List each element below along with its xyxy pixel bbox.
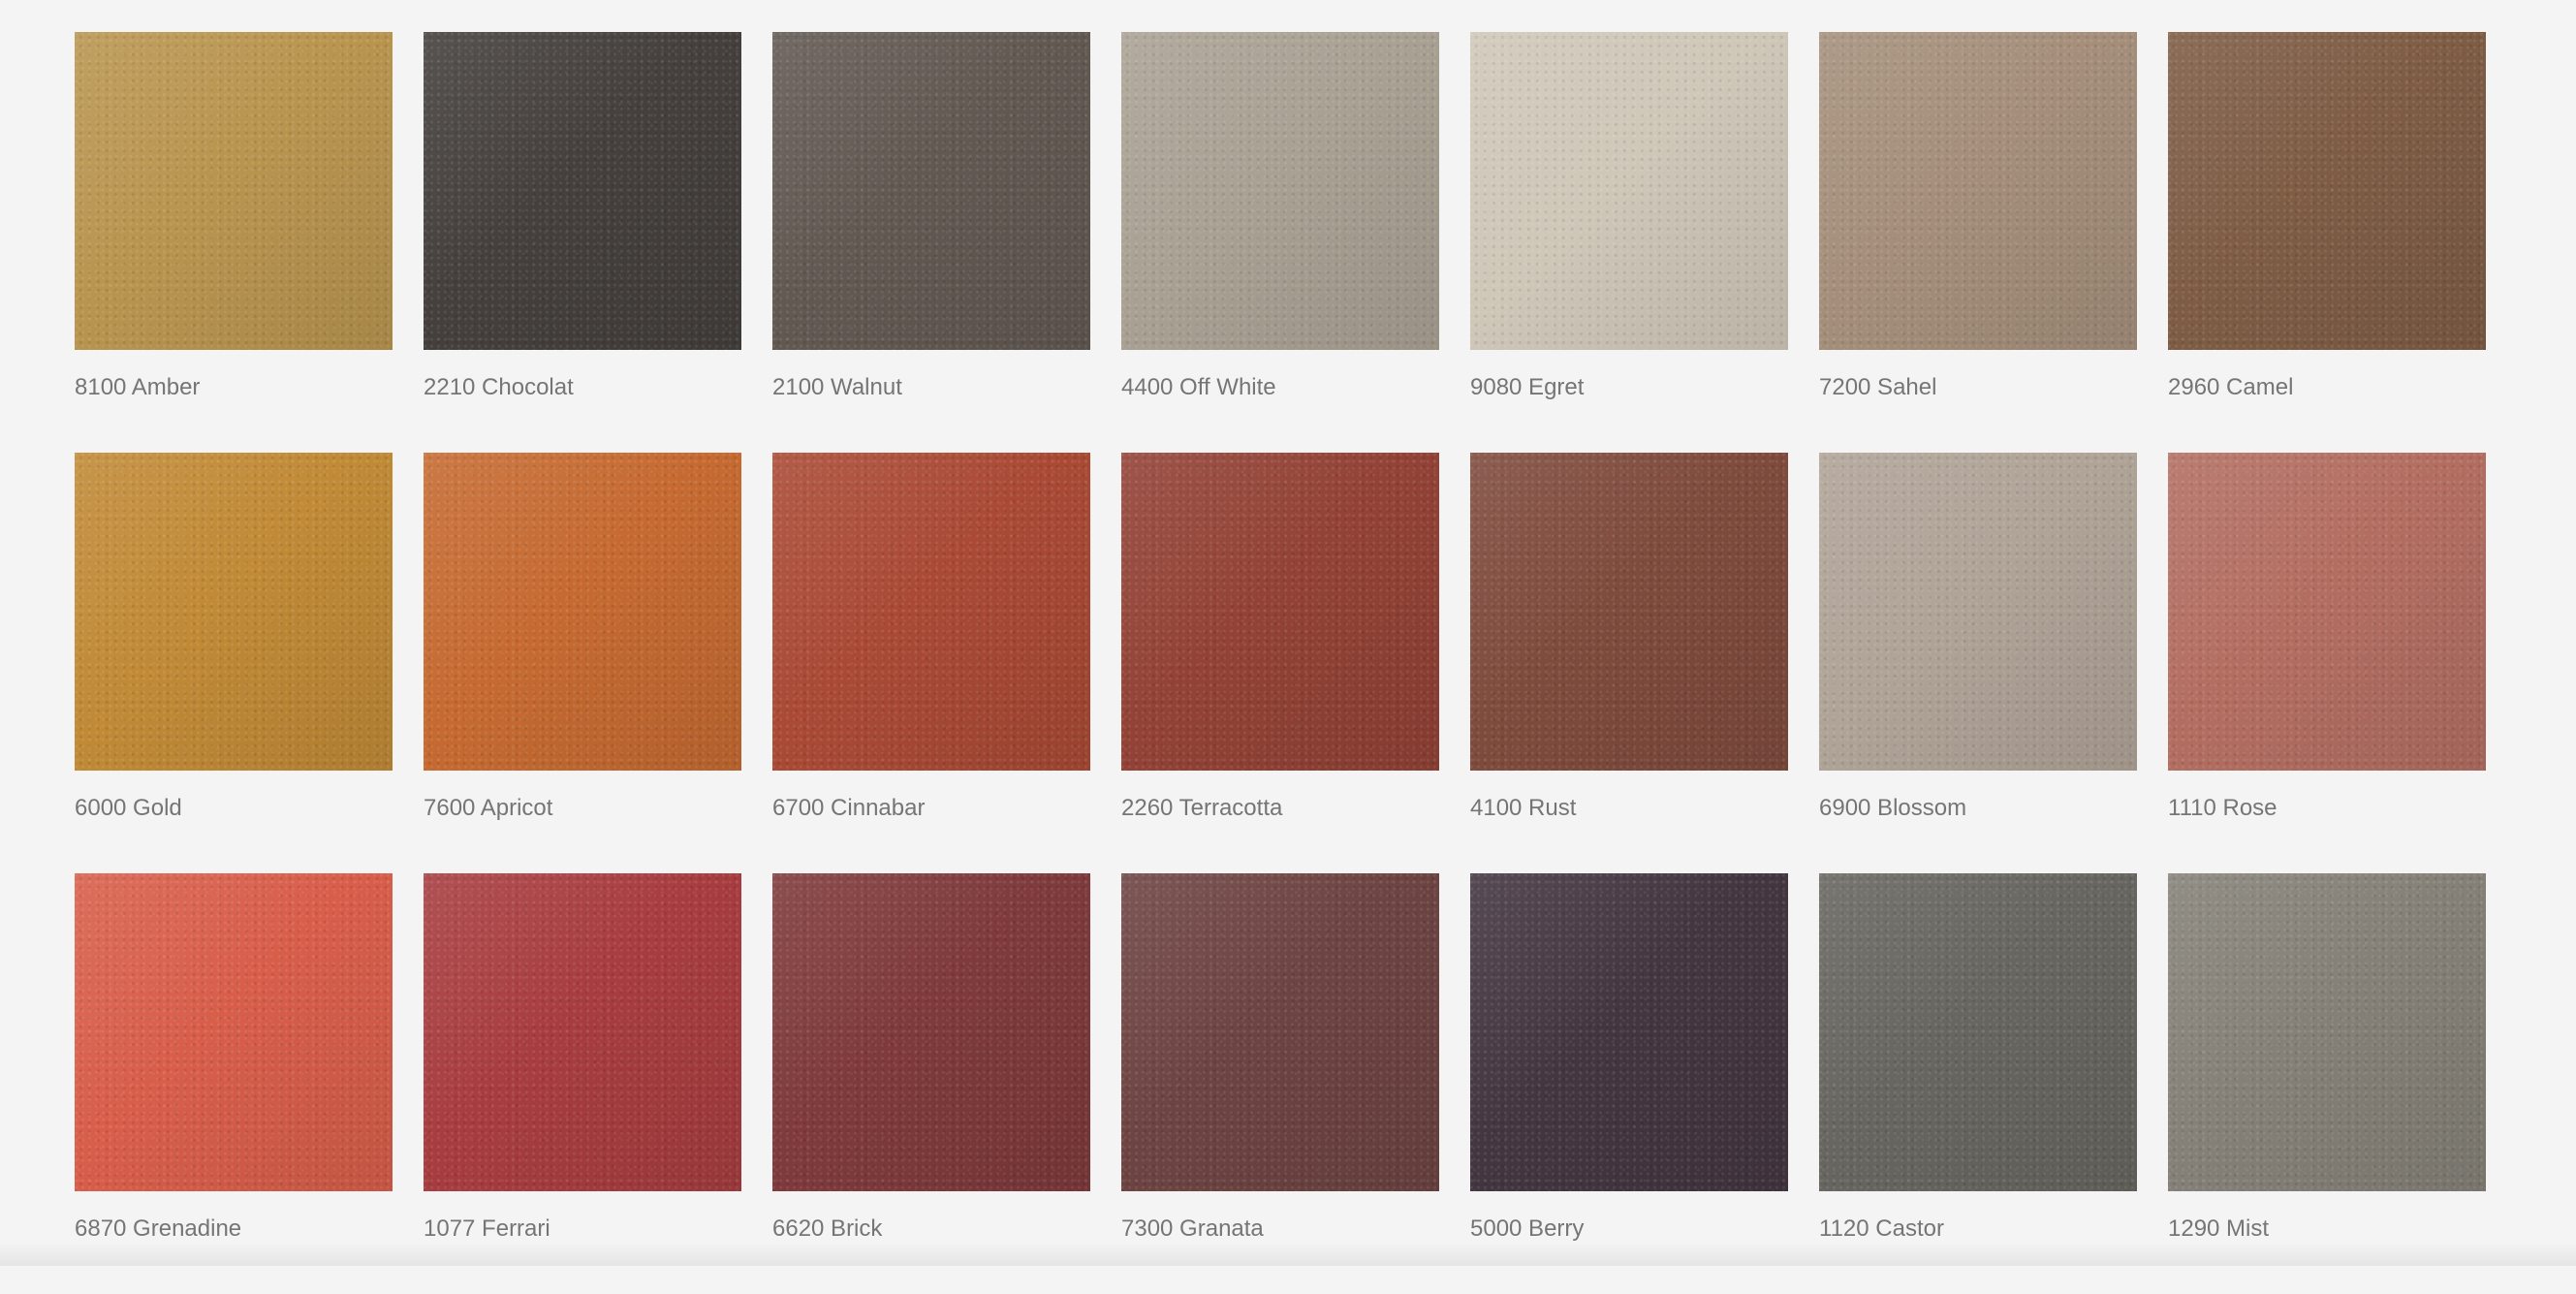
swatch-label: 6900 Blossom	[1819, 794, 2137, 823]
swatch-label: 2260 Terracotta	[1121, 794, 1439, 823]
swatch-card[interactable]: 8100 Amber	[75, 32, 393, 453]
swatch-image[interactable]	[75, 873, 393, 1191]
swatch-card[interactable]: 7300 Granata	[1121, 873, 1439, 1294]
swatch-image[interactable]	[1121, 32, 1439, 350]
swatch-label: 9080 Egret	[1470, 373, 1788, 402]
swatch-image[interactable]	[772, 453, 1090, 771]
swatch-label: 2100 Walnut	[772, 373, 1090, 402]
swatch-image[interactable]	[2168, 453, 2486, 771]
swatch-card[interactable]: 6700 Cinnabar	[772, 453, 1090, 873]
swatch-label: 4400 Off White	[1121, 373, 1439, 402]
swatch-image[interactable]	[1470, 32, 1788, 350]
swatch-image[interactable]	[772, 32, 1090, 350]
swatch-image[interactable]	[1470, 453, 1788, 771]
swatch-image[interactable]	[2168, 873, 2486, 1191]
swatch-card[interactable]: 2260 Terracotta	[1121, 453, 1439, 873]
swatch-label: 6870 Grenadine	[75, 1215, 393, 1244]
swatch-card[interactable]: 7600 Apricot	[424, 453, 741, 873]
swatch-card[interactable]: 4100 Rust	[1470, 453, 1788, 873]
swatch-image[interactable]	[1121, 453, 1439, 771]
swatch-card[interactable]: 4400 Off White	[1121, 32, 1439, 453]
swatch-card[interactable]: 2210 Chocolat	[424, 32, 741, 453]
swatch-label: 6620 Brick	[772, 1215, 1090, 1244]
swatch-label: 1120 Castor	[1819, 1215, 2137, 1244]
swatch-image[interactable]	[75, 32, 393, 350]
swatch-card[interactable]: 1077 Ferrari	[424, 873, 741, 1294]
swatch-label: 6700 Cinnabar	[772, 794, 1090, 823]
swatch-image[interactable]	[772, 873, 1090, 1191]
swatch-card[interactable]: 7200 Sahel	[1819, 32, 2137, 453]
swatch-card[interactable]: 2100 Walnut	[772, 32, 1090, 453]
swatch-image[interactable]	[424, 453, 741, 771]
swatch-card[interactable]: 5000 Berry	[1470, 873, 1788, 1294]
swatch-card[interactable]: 6900 Blossom	[1819, 453, 2137, 873]
swatch-image[interactable]	[2168, 32, 2486, 350]
swatch-card[interactable]: 6870 Grenadine	[75, 873, 393, 1294]
leather-swatch-grid: 8100 Amber 2210 Chocolat 2100 Walnut 440…	[75, 32, 2487, 1294]
swatch-label: 7300 Granata	[1121, 1215, 1439, 1244]
swatch-label: 5000 Berry	[1470, 1215, 1788, 1244]
swatch-card[interactable]: 1290 Mist	[2168, 873, 2486, 1294]
swatch-image[interactable]	[1470, 873, 1788, 1191]
swatch-label: 7200 Sahel	[1819, 373, 2137, 402]
swatch-label: 4100 Rust	[1470, 794, 1788, 823]
swatch-image[interactable]	[424, 873, 741, 1191]
swatch-image[interactable]	[1819, 453, 2137, 771]
swatch-label: 1290 Mist	[2168, 1215, 2486, 1244]
swatch-image[interactable]	[75, 453, 393, 771]
swatch-card[interactable]: 2960 Camel	[2168, 32, 2486, 453]
swatch-label: 6000 Gold	[75, 794, 393, 823]
swatch-label: 1077 Ferrari	[424, 1215, 741, 1244]
swatch-card[interactable]: 6000 Gold	[75, 453, 393, 873]
swatch-label: 2210 Chocolat	[424, 373, 741, 402]
swatch-card[interactable]: 1120 Castor	[1819, 873, 2137, 1294]
swatch-image[interactable]	[1121, 873, 1439, 1191]
swatch-image[interactable]	[424, 32, 741, 350]
swatch-label: 1110 Rose	[2168, 794, 2486, 823]
swatch-card[interactable]: 1110 Rose	[2168, 453, 2486, 873]
swatch-label: 7600 Apricot	[424, 794, 741, 823]
swatch-card[interactable]: 9080 Egret	[1470, 32, 1788, 453]
swatch-image[interactable]	[1819, 873, 2137, 1191]
swatch-label: 2960 Camel	[2168, 373, 2486, 402]
swatch-image[interactable]	[1819, 32, 2137, 350]
swatch-card[interactable]: 6620 Brick	[772, 873, 1090, 1294]
swatch-label: 8100 Amber	[75, 373, 393, 402]
